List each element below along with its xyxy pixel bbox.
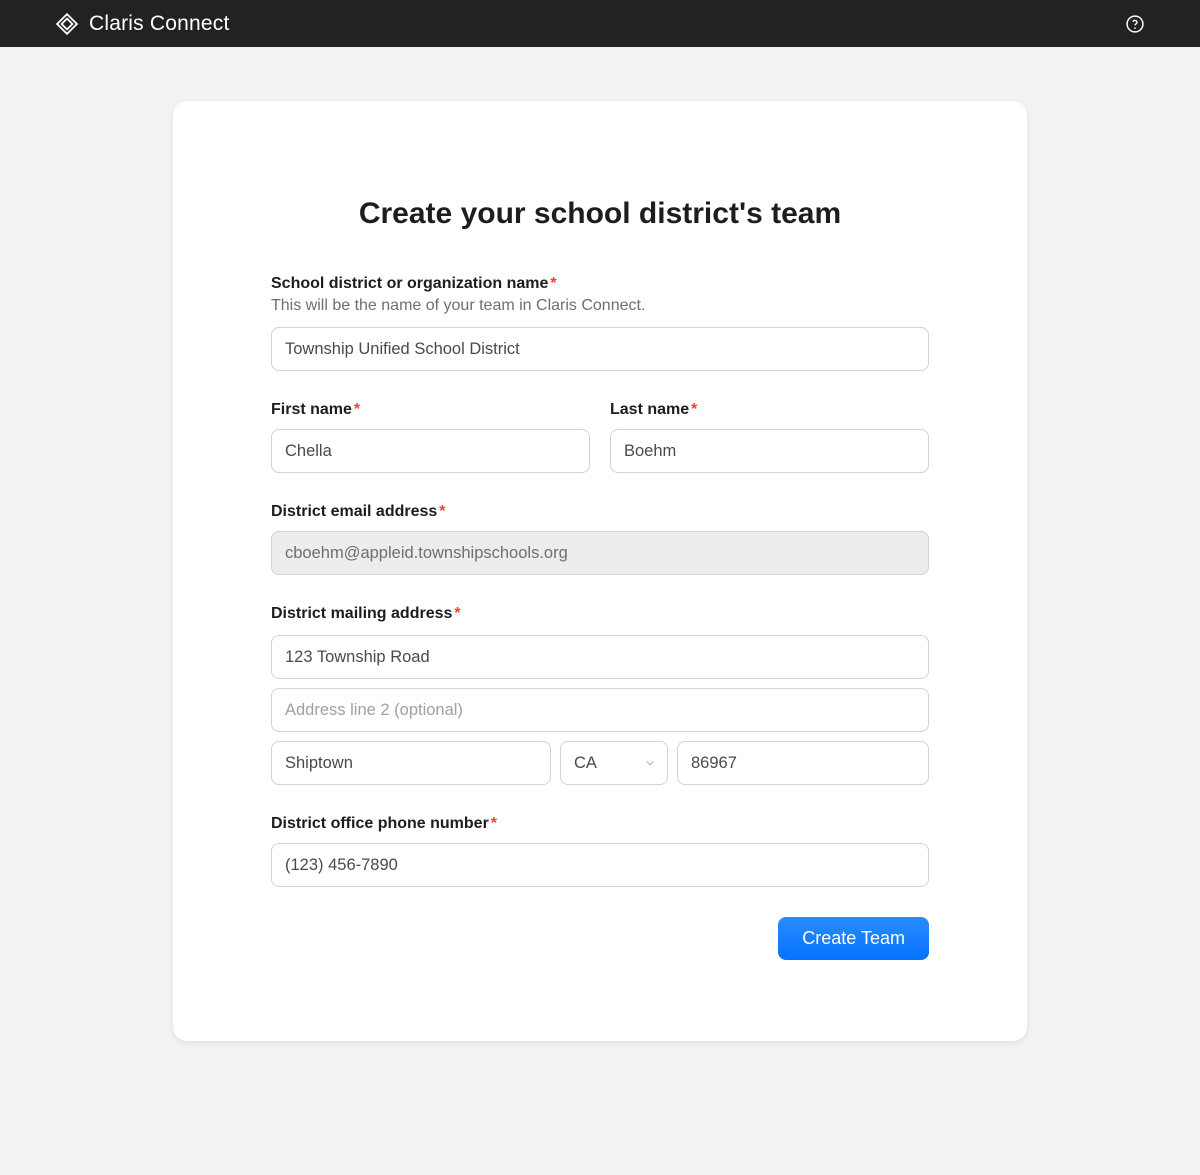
state-select[interactable]: CA [560, 741, 668, 785]
claris-logo-icon [55, 12, 79, 36]
required-mark: * [354, 401, 360, 418]
page-body: Create your school district's team Schoo… [0, 47, 1200, 1175]
name-row: First name* Last name* [271, 401, 929, 473]
address-group: District mailing address* CA [271, 605, 929, 785]
last-name-label: Last name* [610, 401, 929, 419]
brand-text: Claris Connect [89, 12, 230, 36]
create-team-button[interactable]: Create Team [778, 917, 929, 960]
phone-group: District office phone number* [271, 815, 929, 887]
chevron-down-icon [643, 756, 657, 770]
org-name-input[interactable] [271, 327, 929, 371]
first-name-input[interactable] [271, 429, 590, 473]
required-mark: * [439, 503, 445, 520]
state-value: CA [574, 754, 597, 773]
email-field: cboehm@appleid.townshipschools.org [271, 531, 929, 575]
help-button[interactable] [1125, 14, 1145, 34]
org-name-hint: This will be the name of your team in Cl… [271, 297, 929, 315]
address-line2-input[interactable] [271, 688, 929, 732]
org-name-label: School district or organization name* [271, 275, 929, 293]
zip-input[interactable] [677, 741, 929, 785]
required-mark: * [454, 605, 460, 622]
first-name-group: First name* [271, 401, 590, 473]
email-label: District email address* [271, 503, 929, 521]
required-mark: * [550, 275, 556, 292]
phone-label: District office phone number* [271, 815, 929, 833]
first-name-label: First name* [271, 401, 590, 419]
brand: Claris Connect [55, 12, 230, 36]
phone-input[interactable] [271, 843, 929, 887]
team-form: School district or organization name* Th… [271, 275, 929, 960]
org-name-group: School district or organization name* Th… [271, 275, 929, 371]
required-mark: * [691, 401, 697, 418]
page-title: Create your school district's team [271, 197, 929, 231]
address-line1-input[interactable] [271, 635, 929, 679]
city-state-zip-row: CA [271, 741, 929, 785]
help-icon [1125, 14, 1145, 34]
city-input[interactable] [271, 741, 551, 785]
form-actions: Create Team [271, 917, 929, 960]
address-label: District mailing address* [271, 605, 929, 623]
form-card: Create your school district's team Schoo… [173, 101, 1027, 1041]
app-header: Claris Connect [0, 0, 1200, 47]
last-name-input[interactable] [610, 429, 929, 473]
last-name-group: Last name* [610, 401, 929, 473]
required-mark: * [491, 815, 497, 832]
email-group: District email address* cboehm@appleid.t… [271, 503, 929, 575]
